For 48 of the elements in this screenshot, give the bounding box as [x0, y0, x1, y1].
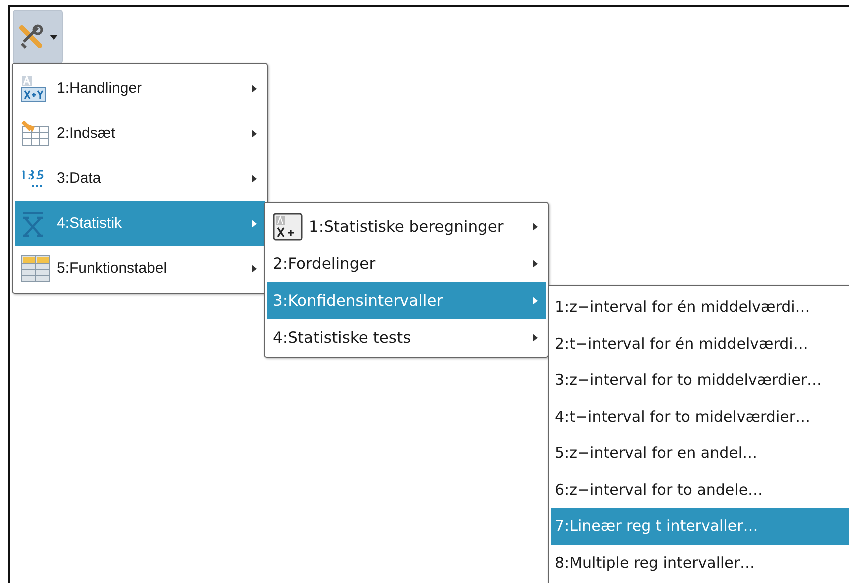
submenu-arrow-icon [533, 296, 538, 304]
menu-item-label: 6:z−interval for to andele… [555, 480, 764, 499]
formula-icon [21, 74, 47, 102]
menu-item[interactable]: 5:z−interval for en andel… [551, 435, 849, 472]
menu-item[interactable]: 4:Statistiske tests [267, 319, 546, 356]
menu-item-label: 8:Multiple reg intervaller… [555, 554, 756, 572]
menu-item[interactable]: 1:Handlinger [15, 66, 265, 111]
tools-button[interactable] [13, 10, 63, 64]
menu-item-label: 4:t−interval for to midelværdier… [555, 408, 812, 426]
menu-item-label: 1:Statistiske beregninger [309, 218, 505, 236]
menu-item-label: 2:Indsæt [57, 125, 116, 142]
menu-item[interactable]: 4:t−interval for to midelværdier… [551, 398, 849, 435]
mean-x-icon [21, 210, 45, 236]
submenu-arrow-icon [252, 264, 257, 272]
submenu-arrow-icon [252, 220, 257, 228]
submenu-arrow-icon [533, 222, 538, 230]
menu-item-label: 3:Data [57, 170, 102, 187]
menu-item[interactable]: 2:t−interval for én middelværdi… [551, 326, 849, 362]
submenu-arrow-icon [252, 130, 257, 138]
menu-item-label: 5:z−interval for en andel… [555, 444, 759, 462]
menu-item-label: 7:Lineær reg t intervaller… [555, 517, 760, 536]
menu-item[interactable]: 5:Funktionstabel [15, 246, 265, 291]
submenu-arrow-icon [252, 174, 257, 182]
menu-item-label: 5:Funktionstabel [57, 260, 168, 277]
tools-icon [18, 24, 44, 50]
menu-item[interactable]: 6:z−interval for to andele… [551, 472, 849, 508]
calculation-icon [273, 212, 303, 240]
menu-item[interactable]: 8:Multiple reg intervaller… [551, 544, 849, 581]
menu-item-label: 1:z−interval for én middelværdi… [555, 298, 812, 316]
function-table-icon [21, 254, 51, 282]
menu-item-label: 2:Fordelinger [273, 254, 377, 272]
menu-item[interactable]: 1:Statistiske beregninger [267, 208, 546, 245]
menu-item-label: 4:Statistik [57, 215, 124, 232]
menu-item-label: 3:Konfidensintervaller [273, 292, 444, 310]
submenu-arrow-icon [533, 334, 538, 342]
menu-item[interactable]: 3:z−interval for to middelværdier… [551, 362, 849, 398]
table-insert-icon [21, 120, 51, 146]
caret-icon [50, 34, 58, 40]
submenu-arrow-icon [533, 260, 538, 268]
menu-item[interactable]: 3:Data [15, 156, 265, 201]
menu-item[interactable]: 2:Indsæt [15, 111, 265, 156]
submenu-arrow-icon [252, 84, 257, 92]
menu-item-label: 3:z−interval for to middelværdier… [555, 371, 824, 390]
menu-item-label: 4:Statistiske tests [273, 328, 412, 346]
menu-item[interactable]: 2:Fordelinger [267, 245, 546, 282]
menu-item[interactable]: 1:z−interval for én middelværdi… [551, 289, 849, 326]
menu-item-label: 1:Handlinger [57, 80, 144, 97]
menu-item-label: 2:t−interval for én middelværdi… [555, 334, 810, 353]
